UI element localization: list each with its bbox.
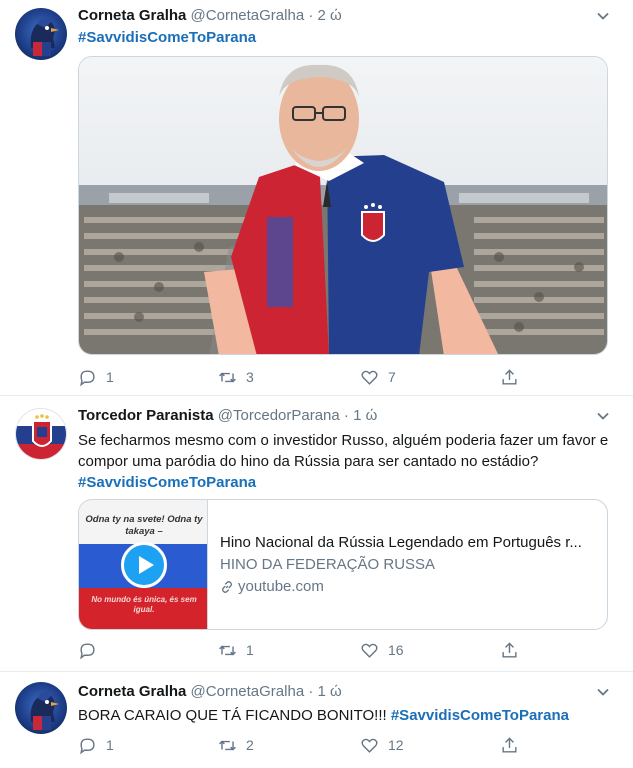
tweet-body: BORA CARAIO QUE TÁ FICANDO BONITO!!! — [78, 707, 387, 724]
crest-avatar[interactable] — [15, 408, 67, 460]
timestamp[interactable]: 1 ώ — [318, 683, 342, 700]
card-title: Hino Nacional da Rússia Legendado em Por… — [220, 534, 582, 551]
author-handle[interactable]: @TorcedorParana — [218, 407, 340, 424]
hashtag-link[interactable]: #SavvidisComeToParana — [78, 474, 256, 491]
play-icon[interactable] — [121, 542, 167, 588]
card-domain-text: youtube.com — [238, 578, 324, 595]
link-card[interactable]: Odna ty na svete! Odna ty takaya – No mu… — [78, 499, 608, 630]
reply-button[interactable] — [78, 639, 106, 661]
card-domain: youtube.com — [220, 576, 598, 598]
retweet-icon — [219, 645, 236, 655]
reply-count: 1 — [106, 737, 114, 753]
retweet-count: 2 — [246, 737, 254, 753]
link-icon — [221, 581, 233, 593]
like-icon — [361, 370, 378, 385]
thumbnail-bottom-text: No mundo és única, és sem igual. — [91, 595, 197, 614]
author-handle[interactable]: @CornetaGralha — [191, 683, 305, 700]
tweet-header: Torcedor Paranista @TorcedorParana · 1 ώ — [78, 406, 377, 426]
reply-icon — [80, 369, 95, 386]
retweet-count: 1 — [246, 642, 254, 658]
reply-button[interactable]: 1 — [78, 734, 114, 756]
timestamp[interactable]: 1 ώ — [353, 407, 377, 424]
tweet-actions: 1 3 7 — [78, 366, 528, 388]
tweet-actions: 1 16 — [78, 639, 528, 661]
timestamp[interactable]: 2 ώ — [318, 7, 342, 24]
tweet[interactable]: Corneta Gralha @CornetaGralha · 2 ώ #Sav… — [0, 0, 633, 396]
photo-image — [79, 57, 607, 354]
author-name[interactable]: Corneta Gralha — [78, 683, 186, 700]
like-count: 16 — [388, 642, 404, 658]
separator-dot: · — [343, 407, 349, 424]
chevron-down-icon[interactable] — [595, 8, 611, 24]
reply-icon — [80, 737, 95, 754]
author-name[interactable]: Torcedor Paranista — [78, 407, 214, 424]
crow-avatar[interactable] — [15, 8, 67, 60]
like-count: 12 — [388, 737, 404, 753]
video-thumbnail[interactable]: Odna ty na svete! Odna ty takaya – No mu… — [79, 500, 208, 629]
card-description: HINO DA FEDERAÇÃO RUSSA — [220, 556, 436, 573]
like-button[interactable]: 12 — [360, 734, 404, 756]
tweet-text: #SavvidisComeToParana — [78, 27, 613, 48]
share-icon — [502, 736, 517, 753]
tweet-header: Corneta Gralha @CornetaGralha · 1 ώ — [78, 682, 342, 702]
like-count: 7 — [388, 369, 396, 385]
tweet-actions: 1 2 12 — [78, 734, 528, 756]
tweet[interactable]: Corneta Gralha @CornetaGralha · 1 ώ BORA… — [0, 672, 633, 768]
card-body: Hino Nacional da Rússia Legendado em Por… — [220, 532, 598, 598]
tweet-text: Se fecharmos mesmo com o investidor Russ… — [78, 430, 613, 493]
tweet[interactable]: Torcedor Paranista @TorcedorParana · 1 ώ… — [0, 396, 633, 672]
author-handle[interactable]: @CornetaGralha — [191, 7, 305, 24]
share-icon — [502, 368, 517, 385]
chevron-down-icon[interactable] — [595, 408, 611, 424]
share-icon — [502, 641, 517, 658]
separator-dot: · — [308, 683, 314, 700]
share-button[interactable] — [500, 639, 519, 661]
reply-button[interactable]: 1 — [78, 366, 114, 388]
reply-count: 1 — [106, 369, 114, 385]
tweet-text: BORA CARAIO QUE TÁ FICANDO BONITO!!! #Sa… — [78, 705, 613, 726]
retweet-button[interactable]: 1 — [218, 639, 254, 661]
share-button[interactable] — [500, 366, 519, 388]
reply-icon — [80, 642, 95, 659]
like-icon — [361, 738, 378, 753]
tweet-photo[interactable] — [78, 56, 608, 355]
hashtag-link[interactable]: #SavvidisComeToParana — [391, 707, 569, 724]
retweet-count: 3 — [246, 369, 254, 385]
separator-dot: · — [308, 7, 314, 24]
retweet-button[interactable]: 2 — [218, 734, 254, 756]
like-button[interactable]: 7 — [360, 366, 396, 388]
tweet-body: Se fecharmos mesmo com o investidor Russ… — [78, 432, 609, 470]
retweet-icon — [219, 372, 236, 382]
tweet-header: Corneta Gralha @CornetaGralha · 2 ώ — [78, 6, 342, 26]
share-button[interactable] — [500, 734, 519, 756]
author-name[interactable]: Corneta Gralha — [78, 7, 186, 24]
like-icon — [361, 643, 378, 658]
like-button[interactable]: 16 — [360, 639, 404, 661]
retweet-button[interactable]: 3 — [218, 366, 254, 388]
chevron-down-icon[interactable] — [595, 684, 611, 700]
thumbnail-top-text: Odna ty na svete! Odna ty takaya – — [85, 514, 203, 537]
crow-avatar[interactable] — [15, 682, 67, 734]
hashtag-link[interactable]: #SavvidisComeToParana — [78, 29, 256, 46]
retweet-icon — [219, 740, 236, 750]
